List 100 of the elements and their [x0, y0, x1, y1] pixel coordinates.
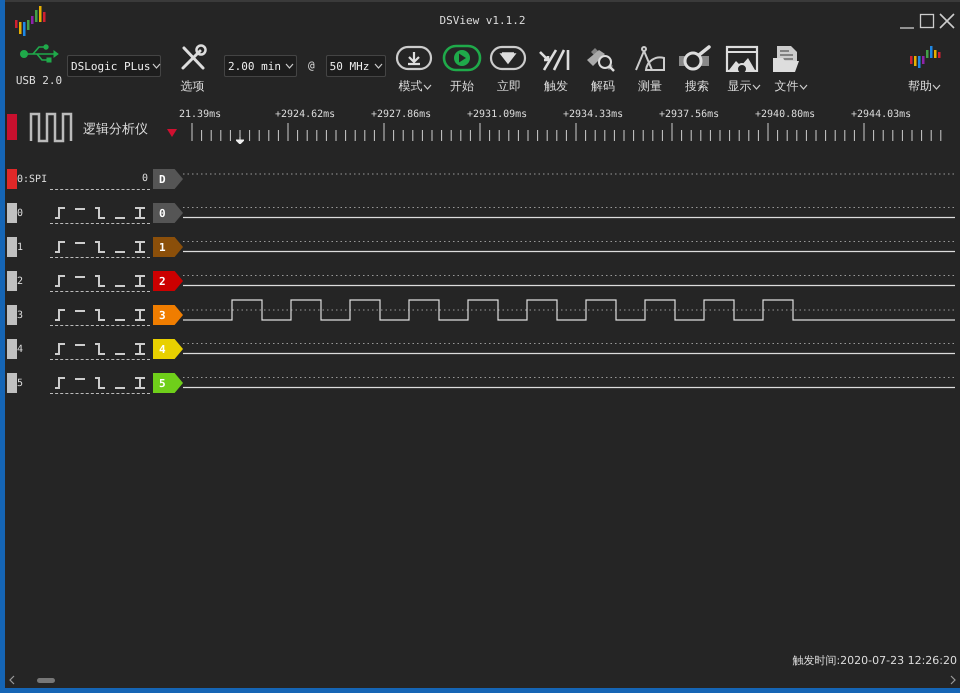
play-icon: [442, 44, 482, 72]
falling-edge-button[interactable]: [94, 376, 106, 390]
decode-button[interactable]: 解码: [580, 44, 627, 95]
rising-edge-icon: [54, 240, 66, 254]
rising-edge-button[interactable]: [54, 274, 66, 288]
maximize-button[interactable]: [918, 12, 936, 30]
scroll-right-button[interactable]: [950, 675, 956, 685]
app-logo: [13, 4, 47, 38]
usb-icon: [19, 44, 59, 64]
channel-tag[interactable]: 1: [153, 237, 183, 257]
any-edge-icon: [134, 274, 146, 288]
mode-label: 逻辑分析仪: [83, 121, 149, 138]
any-edge-icon: [134, 308, 146, 322]
channel-tag[interactable]: D: [153, 169, 183, 189]
close-icon: [938, 12, 956, 30]
rising-edge-icon: [54, 308, 66, 322]
rising-edge-button[interactable]: [54, 206, 66, 220]
falling-edge-button[interactable]: [94, 342, 106, 356]
any-edge-button[interactable]: [134, 274, 146, 288]
any-edge-icon: [134, 342, 146, 356]
wrench-icon: [178, 44, 206, 72]
any-edge-icon: [134, 206, 146, 220]
any-edge-button[interactable]: [134, 206, 146, 220]
channel-marker[interactable]: [7, 271, 17, 291]
channel-tag[interactable]: 0: [153, 203, 183, 223]
trigger-marker-icon: [167, 129, 177, 137]
rising-edge-button[interactable]: [54, 240, 66, 254]
any-edge-icon: [134, 240, 146, 254]
channel-name: 1: [17, 242, 24, 252]
channel-tag[interactable]: 2: [153, 271, 183, 291]
channel-marker[interactable]: [7, 237, 17, 257]
rising-edge-icon: [54, 274, 66, 288]
channel-marker[interactable]: [7, 339, 17, 359]
square-wave-icon: [29, 111, 73, 143]
falling-edge-icon: [94, 342, 106, 356]
falling-edge-button[interactable]: [94, 240, 106, 254]
channel-name: 3: [17, 310, 24, 320]
falling-edge-button[interactable]: [94, 206, 106, 220]
time-label: +2940.80ms: [755, 109, 816, 120]
channel-name: 0: [17, 208, 24, 218]
channel-marker[interactable]: [7, 203, 17, 223]
channel-marker[interactable]: [7, 305, 17, 325]
chevron-right-icon: [950, 675, 956, 685]
at-label: @: [308, 59, 315, 72]
minimize-icon: [900, 27, 914, 29]
falling-edge-icon: [94, 376, 106, 390]
file-button[interactable]: 文件: [768, 44, 815, 95]
display-button[interactable]: 显示: [720, 44, 768, 95]
options-button[interactable]: 选项: [169, 44, 216, 95]
time-label: +2934.33ms: [563, 109, 624, 120]
instant-button[interactable]: 立即: [486, 44, 533, 95]
time-label: +2937.56ms: [659, 109, 720, 120]
channel-marker[interactable]: [7, 169, 17, 189]
channel-marker[interactable]: [7, 373, 17, 393]
search-button[interactable]: 搜索: [674, 44, 721, 95]
time-label: +2944.03ms: [851, 109, 912, 120]
caret-icon: [374, 62, 383, 70]
rising-edge-button[interactable]: [54, 342, 66, 356]
falling-edge-icon: [94, 274, 106, 288]
any-edge-button[interactable]: [134, 308, 146, 322]
duration-select[interactable]: 2.00 min: [224, 55, 297, 77]
cursor-marker-icon: [236, 137, 244, 144]
sample-rate-select[interactable]: 50 MHz: [326, 55, 386, 77]
falling-edge-button[interactable]: [94, 308, 106, 322]
usb-label: USB 2.0: [16, 74, 62, 87]
channel-name: 4: [17, 344, 24, 354]
any-edge-button[interactable]: [134, 376, 146, 390]
measure-button[interactable]: 测量: [626, 44, 674, 95]
scroll-left-button[interactable]: [9, 675, 15, 685]
trigger-button[interactable]: 触发: [532, 44, 580, 95]
falling-edge-icon: [94, 308, 106, 322]
any-edge-button[interactable]: [134, 342, 146, 356]
channel-name: 5: [17, 378, 24, 388]
help-button[interactable]: 帮助: [901, 44, 948, 95]
scrollbar-thumb[interactable]: [37, 678, 55, 682]
caret-icon: [285, 62, 294, 70]
device-select[interactable]: DSLogic PLus: [67, 55, 161, 77]
time-label: +2931.09ms: [467, 109, 528, 120]
time-label: 21.39ms: [179, 109, 222, 120]
channel-name: 2: [17, 276, 24, 286]
rising-edge-icon: [54, 376, 66, 390]
time-label: +2927.86ms: [371, 109, 432, 120]
close-button[interactable]: [938, 12, 956, 30]
trigger-time: 触发时间:2020-07-23 12:26:20: [792, 653, 957, 668]
any-edge-button[interactable]: [134, 240, 146, 254]
window-title: DSView v1.1.2: [439, 14, 526, 27]
mode-button[interactable]: 模式: [392, 44, 439, 95]
start-button[interactable]: 开始: [438, 44, 486, 95]
rising-edge-icon: [54, 206, 66, 220]
decoder-value: 0: [142, 173, 148, 184]
rising-edge-button[interactable]: [54, 308, 66, 322]
falling-edge-icon: [94, 206, 106, 220]
rising-edge-icon: [54, 342, 66, 356]
falling-edge-button[interactable]: [94, 274, 106, 288]
any-edge-icon: [134, 376, 146, 390]
time-label: +2924.62ms: [275, 109, 336, 120]
maximize-icon: [918, 12, 936, 30]
rising-edge-button[interactable]: [54, 376, 66, 390]
caret-icon: [152, 62, 162, 70]
falling-edge-icon: [94, 240, 106, 254]
